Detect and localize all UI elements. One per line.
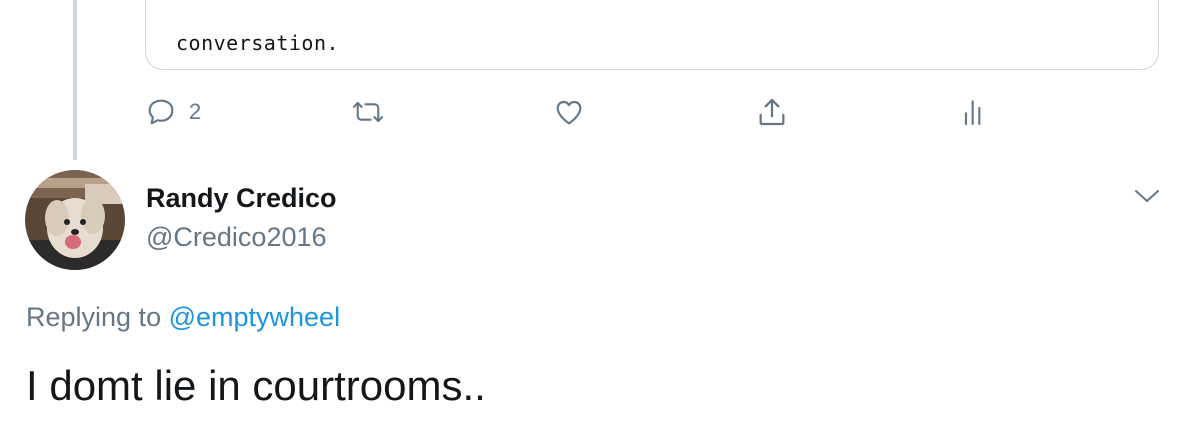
- retweet-button[interactable]: [350, 92, 386, 132]
- avatar[interactable]: [25, 170, 125, 270]
- reply-button[interactable]: 2: [145, 92, 201, 132]
- bar-chart-icon: [958, 96, 990, 128]
- tweet-menu-button[interactable]: [1132, 186, 1162, 211]
- speech-bubble-icon: [145, 96, 177, 128]
- share-button[interactable]: [755, 92, 789, 132]
- share-icon: [755, 95, 789, 129]
- heart-icon: [552, 96, 586, 128]
- quoted-tweet-text: conversation.: [176, 31, 340, 55]
- tweet-text: I domt lie in courtrooms..: [26, 362, 486, 409]
- replying-to-label: Replying to: [26, 302, 169, 332]
- quoted-tweet-card[interactable]: conversation.: [145, 0, 1159, 70]
- retweet-icon: [350, 96, 386, 128]
- analytics-button[interactable]: [958, 92, 990, 132]
- chevron-down-icon: [1132, 190, 1162, 210]
- like-button[interactable]: [552, 92, 586, 132]
- reply-count: 2: [189, 99, 202, 124]
- thread-line: [73, 0, 77, 160]
- mention-link[interactable]: @emptywheel: [169, 302, 340, 332]
- author-handle[interactable]: @Credico2016: [146, 222, 327, 253]
- replying-to-line: Replying to @emptywheel: [26, 302, 340, 333]
- author-name[interactable]: Randy Credico: [146, 183, 337, 214]
